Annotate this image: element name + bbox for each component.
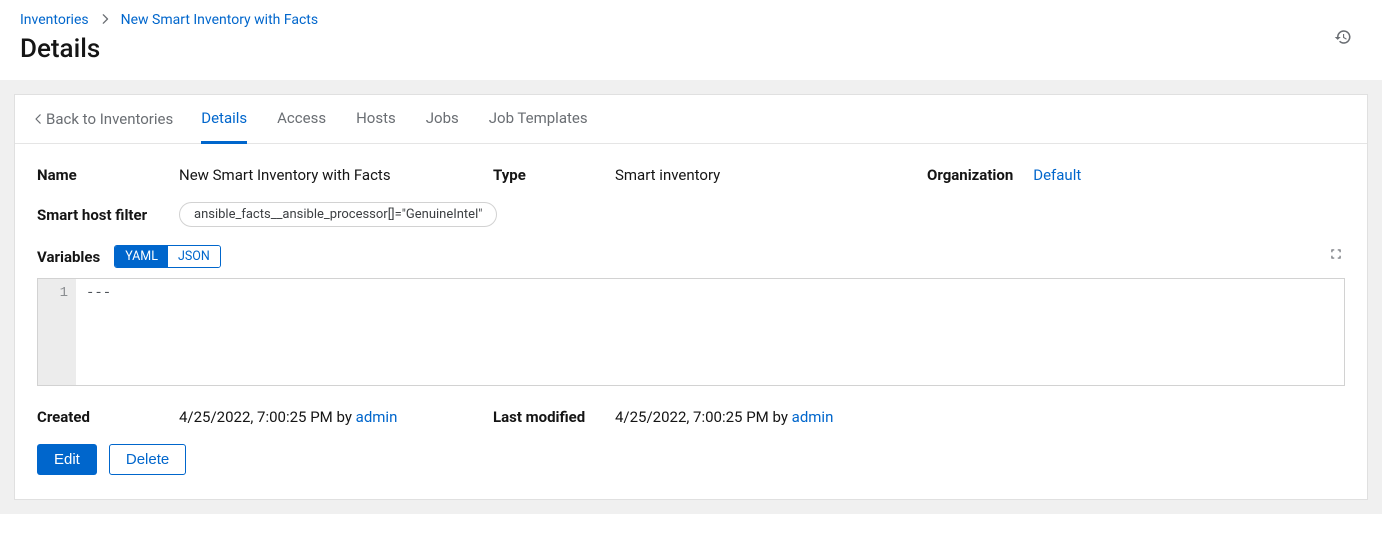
created-label: Created — [37, 408, 179, 426]
modified-user-link[interactable]: admin — [792, 408, 834, 426]
chevron-right-icon — [101, 12, 109, 28]
created-value: 4/25/2022, 7:00:25 PM by admin — [179, 408, 397, 426]
editor-gutter: 1 — [38, 279, 76, 385]
history-icon[interactable] — [1334, 28, 1352, 46]
card-body: Name New Smart Inventory with Facts Type… — [15, 144, 1367, 499]
created-by-word: by — [333, 408, 356, 426]
detail-row-filter: Smart host filter ansible_facts__ansible… — [37, 202, 1345, 227]
variables-label: Variables — [37, 248, 100, 266]
name-label: Name — [37, 166, 179, 184]
breadcrumb-root[interactable]: Inventories — [20, 12, 89, 28]
details-card: Back to Inventories Details Access Hosts… — [14, 94, 1368, 500]
name-value: New Smart Inventory with Facts — [179, 166, 391, 184]
tabs-nav: Back to Inventories Details Access Hosts… — [15, 95, 1367, 144]
page-title: Details — [20, 34, 1362, 64]
toggle-yaml[interactable]: YAML — [115, 246, 168, 267]
smart-host-filter-label: Smart host filter — [37, 206, 179, 224]
created-date: 4/25/2022, 7:00:25 PM — [179, 408, 333, 426]
format-toggle: YAML JSON — [114, 245, 221, 268]
type-label: Type — [493, 166, 615, 184]
breadcrumb-current[interactable]: New Smart Inventory with Facts — [121, 12, 318, 28]
modified-label: Last modified — [493, 408, 615, 426]
page-header: Inventories New Smart Inventory with Fac… — [0, 0, 1382, 80]
caret-left-icon — [35, 114, 42, 124]
breadcrumb: Inventories New Smart Inventory with Fac… — [20, 12, 1362, 28]
editor-content: --- — [76, 279, 121, 385]
back-label: Back to Inventories — [46, 110, 173, 128]
back-to-inventories[interactable]: Back to Inventories — [35, 96, 173, 142]
organization-label: Organization — [927, 166, 1013, 184]
content-region: Back to Inventories Details Access Hosts… — [0, 80, 1382, 514]
tab-access[interactable]: Access — [277, 95, 326, 144]
action-buttons: Edit Delete — [37, 444, 1345, 475]
variables-header: Variables YAML JSON — [37, 245, 1345, 268]
expand-icon[interactable] — [1329, 247, 1343, 265]
modified-value: 4/25/2022, 7:00:25 PM by admin — [615, 408, 833, 426]
type-value: Smart inventory — [615, 166, 720, 184]
meta-row: Created 4/25/2022, 7:00:25 PM by admin L… — [37, 408, 1345, 426]
organization-link[interactable]: Default — [1033, 166, 1081, 184]
toggle-json[interactable]: JSON — [168, 246, 220, 267]
tab-hosts[interactable]: Hosts — [356, 95, 396, 144]
detail-row-main: Name New Smart Inventory with Facts Type… — [37, 166, 1345, 184]
edit-button[interactable]: Edit — [37, 444, 97, 475]
variables-editor[interactable]: 1 --- — [37, 278, 1345, 386]
modified-by-word: by — [769, 408, 792, 426]
delete-button[interactable]: Delete — [109, 444, 186, 475]
created-user-link[interactable]: admin — [356, 408, 398, 426]
tab-jobs[interactable]: Jobs — [426, 95, 459, 144]
modified-date: 4/25/2022, 7:00:25 PM — [615, 408, 769, 426]
tab-job-templates[interactable]: Job Templates — [489, 95, 588, 144]
smart-host-filter-chip: ansible_facts__ansible_processor[]="Genu… — [179, 202, 497, 227]
tab-details[interactable]: Details — [201, 95, 247, 144]
